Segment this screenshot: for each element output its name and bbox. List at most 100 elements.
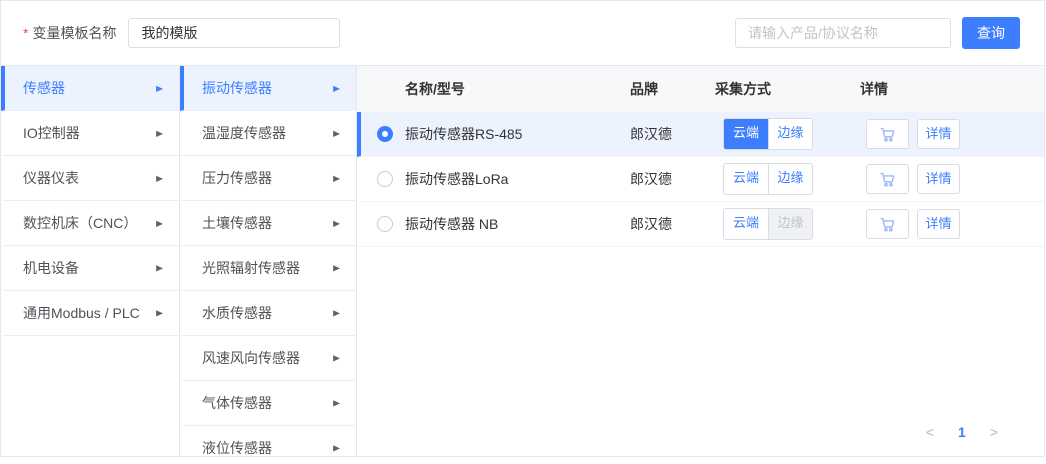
category-item-modbus-plc[interactable]: 通用Modbus / PLC ▶ xyxy=(1,291,179,336)
subcategory-item-pressure[interactable]: 压力传感器 ▶ xyxy=(180,156,356,201)
collect-mode-group: 云端 边缘 xyxy=(723,118,813,150)
product-name: 振动传感器 NB xyxy=(405,214,630,234)
template-name-input[interactable] xyxy=(128,18,340,48)
subcategory-item-light-radiation[interactable]: 光照辐射传感器 ▶ xyxy=(180,246,356,291)
radio-unselected[interactable] xyxy=(377,171,393,187)
category-item-label: IO控制器 xyxy=(23,123,80,143)
category-menu: 传感器 ▶ IO控制器 ▶ 仪器仪表 ▶ 数控机床（CNC） ▶ 机电设备 xyxy=(1,66,180,456)
table-row: 振动传感器LoRa 郎汉德 云端 边缘 详情 xyxy=(357,157,1044,202)
edge-mode-button[interactable]: 边缘 xyxy=(768,164,812,194)
cart-icon xyxy=(878,215,897,234)
subcategory-item-temp-humidity[interactable]: 温湿度传感器 ▶ xyxy=(180,111,356,156)
detail-cell: 详情 xyxy=(860,119,1044,149)
subcategory-item-gas[interactable]: 气体传感器 ▶ xyxy=(180,381,356,426)
caret-right-icon: ▶ xyxy=(333,353,340,363)
category-item-cnc[interactable]: 数控机床（CNC） ▶ xyxy=(1,201,179,246)
product-table: 名称/型号 品牌 采集方式 详情 振动传感器RS-485 郎汉德 云端 xyxy=(357,66,1044,456)
caret-right-icon: ▶ xyxy=(333,443,340,453)
category-item-label: 仪器仪表 xyxy=(23,168,79,188)
category-item-label: 传感器 xyxy=(23,78,65,98)
product-brand: 郎汉德 xyxy=(630,214,715,234)
category-item-label: 机电设备 xyxy=(23,258,79,278)
product-name: 振动传感器LoRa xyxy=(405,169,630,189)
detail-cell: 详情 xyxy=(860,164,1044,194)
cloud-mode-button[interactable]: 云端 xyxy=(724,209,768,239)
subcategory-item-liquid-level[interactable]: 液位传感器 ▶ xyxy=(180,426,356,457)
product-brand: 郎汉德 xyxy=(630,124,715,144)
caret-right-icon: ▶ xyxy=(333,398,340,408)
cloud-mode-button[interactable]: 云端 xyxy=(724,164,768,194)
product-search-input[interactable] xyxy=(735,18,951,48)
category-item-label: 通用Modbus / PLC xyxy=(23,303,140,323)
subcategory-item-wind[interactable]: 风速风向传感器 ▶ xyxy=(180,336,356,381)
category-item-electromechanical[interactable]: 机电设备 ▶ xyxy=(1,246,179,291)
subcategory-menu: 振动传感器 ▶ 温湿度传感器 ▶ 压力传感器 ▶ 土壤传感器 ▶ 光照辐射传感器 xyxy=(180,66,357,456)
cart-icon xyxy=(878,170,897,189)
edge-mode-button[interactable]: 边缘 xyxy=(768,119,812,149)
cart-icon xyxy=(878,125,897,144)
add-to-cart-button[interactable] xyxy=(866,119,909,149)
caret-right-icon: ▶ xyxy=(333,128,340,138)
radio-unselected[interactable] xyxy=(377,216,393,232)
subcategory-item-label: 气体传感器 xyxy=(202,393,272,413)
category-item-sensor[interactable]: 传感器 ▶ xyxy=(1,66,179,111)
subcategory-item-vibration[interactable]: 振动传感器 ▶ xyxy=(180,66,356,111)
add-to-cart-button[interactable] xyxy=(866,209,909,239)
header-collect-mode: 采集方式 xyxy=(715,79,860,99)
caret-right-icon: ▶ xyxy=(156,173,163,183)
subcategory-item-label: 振动传感器 xyxy=(202,78,272,98)
subcategory-item-label: 温湿度传感器 xyxy=(202,123,286,143)
caret-right-icon: ▶ xyxy=(156,218,163,228)
pagination: < 1 > xyxy=(922,422,1002,442)
collect-mode-cell: 云端 边缘 xyxy=(715,163,860,195)
caret-right-icon: ▶ xyxy=(156,308,163,318)
query-button[interactable]: 查询 xyxy=(962,17,1020,49)
radio-selected[interactable] xyxy=(377,126,393,142)
subcategory-item-label: 压力传感器 xyxy=(202,168,272,188)
detail-cell: 详情 xyxy=(860,209,1044,239)
variable-template-page: *变量模板名称 查询 传感器 ▶ IO控制器 ▶ 仪器仪表 ▶ xyxy=(0,0,1046,464)
collect-mode-group: 云端 边缘 xyxy=(723,163,813,195)
subcategory-item-label: 液位传感器 xyxy=(202,438,272,457)
edge-mode-button-disabled: 边缘 xyxy=(768,209,812,239)
subcategory-item-water-quality[interactable]: 水质传感器 ▶ xyxy=(180,291,356,336)
caret-right-icon: ▶ xyxy=(333,308,340,318)
category-item-instruments[interactable]: 仪器仪表 ▶ xyxy=(1,156,179,201)
pagination-next-icon[interactable]: > xyxy=(986,422,1002,442)
caret-right-icon: ▶ xyxy=(156,128,163,138)
pagination-page-1[interactable]: 1 xyxy=(954,422,970,442)
subcategory-item-label: 土壤传感器 xyxy=(202,213,272,233)
detail-button[interactable]: 详情 xyxy=(917,209,960,239)
detail-button[interactable]: 详情 xyxy=(917,164,960,194)
collect-mode-cell: 云端 边缘 xyxy=(715,208,860,240)
product-brand: 郎汉德 xyxy=(630,169,715,189)
subcategory-item-soil[interactable]: 土壤传感器 ▶ xyxy=(180,201,356,246)
content-body: 传感器 ▶ IO控制器 ▶ 仪器仪表 ▶ 数控机床（CNC） ▶ 机电设备 xyxy=(1,66,1044,456)
category-item-label: 数控机床（CNC） xyxy=(23,213,137,233)
required-marker: * xyxy=(23,25,28,41)
template-name-label: *变量模板名称 xyxy=(23,23,116,43)
main-panel: *变量模板名称 查询 传感器 ▶ IO控制器 ▶ 仪器仪表 ▶ xyxy=(0,0,1045,457)
subcategory-item-label: 水质传感器 xyxy=(202,303,272,323)
pagination-prev-icon[interactable]: < xyxy=(922,422,938,442)
caret-right-icon: ▶ xyxy=(156,263,163,273)
caret-right-icon: ▶ xyxy=(156,83,163,93)
add-to-cart-button[interactable] xyxy=(866,164,909,194)
collect-mode-cell: 云端 边缘 xyxy=(715,118,860,150)
header-name: 名称/型号 xyxy=(405,79,630,99)
table-row: 振动传感器 NB 郎汉德 云端 边缘 详情 xyxy=(357,202,1044,247)
caret-right-icon: ▶ xyxy=(333,218,340,228)
row-radio-cell xyxy=(361,216,405,232)
row-radio-cell xyxy=(361,126,405,142)
header-brand: 品牌 xyxy=(630,79,715,99)
detail-button[interactable]: 详情 xyxy=(917,119,960,149)
template-name-label-text: 变量模板名称 xyxy=(32,25,116,41)
table-row: 振动传感器RS-485 郎汉德 云端 边缘 详情 xyxy=(357,112,1044,157)
cloud-mode-button[interactable]: 云端 xyxy=(724,119,768,149)
caret-right-icon: ▶ xyxy=(333,263,340,273)
header-detail: 详情 xyxy=(860,79,1044,99)
caret-right-icon: ▶ xyxy=(333,83,340,93)
subcategory-item-label: 光照辐射传感器 xyxy=(202,258,300,278)
table-header: 名称/型号 品牌 采集方式 详情 xyxy=(357,66,1044,112)
category-item-io-controller[interactable]: IO控制器 ▶ xyxy=(1,111,179,156)
